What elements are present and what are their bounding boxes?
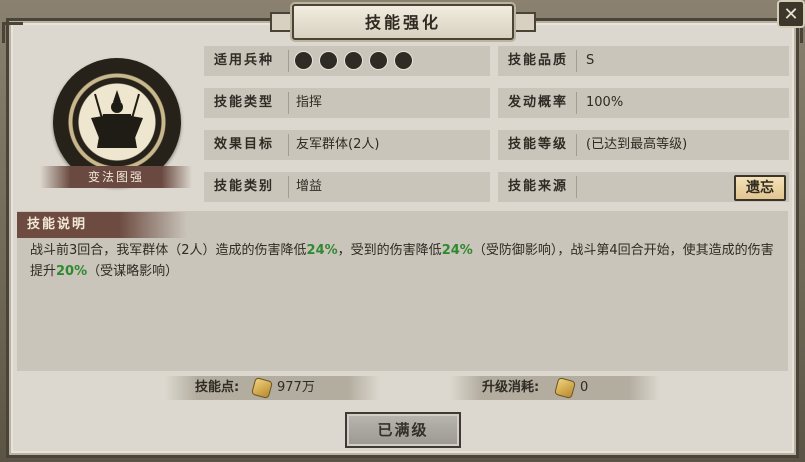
warrior-silhouette-icon <box>91 90 143 148</box>
trigger-rate-value: 100% <box>586 95 624 110</box>
skill-type-value: 指挥 <box>296 95 323 110</box>
field-divider <box>288 92 289 114</box>
skill-points-value: 977万 <box>277 380 315 395</box>
upgrade-cost-label: 升级消耗: <box>482 380 540 395</box>
field-skill-type: 技能类型 指挥 <box>204 88 490 118</box>
skill-description-header: 技能说明 <box>17 212 187 238</box>
field-category: 技能类别 增益 <box>204 172 490 202</box>
close-button[interactable]: ✕ <box>777 0 805 28</box>
shield-icon[interactable] <box>319 51 338 70</box>
field-target: 效果目标 友军群体(2人) <box>204 130 490 160</box>
upgrade-cost-bar: 升级消耗: 0 <box>450 376 660 400</box>
troop-icons <box>294 51 413 70</box>
field-troop-type: 适用兵种 <box>204 46 490 76</box>
troop-type-label: 适用兵种 <box>214 53 275 68</box>
field-level: 技能等级 (已达到最高等级) <box>498 130 789 160</box>
category-value: 增益 <box>296 179 323 194</box>
quality-label: 技能品质 <box>508 53 569 68</box>
desc-value-highlight: 24% <box>306 243 338 258</box>
trigger-rate-label: 发动概率 <box>508 95 569 110</box>
source-label: 技能来源 <box>508 179 569 194</box>
desc-segment: ，受到的伤害降低 <box>337 243 442 258</box>
forget-skill-button[interactable]: 遗忘 <box>734 175 786 201</box>
target-label: 效果目标 <box>214 137 275 152</box>
coin-icon <box>553 376 577 400</box>
field-divider <box>576 134 577 156</box>
level-value: (已达到最高等级) <box>586 137 688 152</box>
desc-segment: （受谋略影响） <box>87 264 179 279</box>
window-title: 技能强化 <box>292 4 514 40</box>
target-value: 友军群体(2人) <box>296 137 380 152</box>
field-quality: 技能品质 S <box>498 46 789 76</box>
desc-value-highlight: 20% <box>56 264 88 279</box>
skill-type-label: 技能类型 <box>214 95 275 110</box>
level-label: 技能等级 <box>508 137 569 152</box>
skill-description-text: 战斗前3回合，我军群体（2人）造成的伤害降低24%，受到的伤害降低24%（受防御… <box>30 240 778 282</box>
bow-icon[interactable] <box>344 51 363 70</box>
upgrade-cost-value: 0 <box>580 380 589 395</box>
siege-icon[interactable] <box>394 51 413 70</box>
category-label: 技能类别 <box>214 179 275 194</box>
field-divider <box>288 176 289 198</box>
coin-icon <box>250 376 274 400</box>
field-divider <box>288 134 289 156</box>
max-level-button[interactable]: 已满级 <box>345 412 461 448</box>
cavalry-icon[interactable] <box>294 51 313 70</box>
panel-corner-ornament <box>2 22 23 43</box>
desc-value-highlight: 24% <box>441 243 473 258</box>
quality-value: S <box>586 53 595 68</box>
field-divider <box>576 50 577 72</box>
skill-points-label: 技能点: <box>195 380 240 395</box>
skill-points-bar: 技能点: 977万 <box>165 376 380 400</box>
field-divider <box>288 50 289 72</box>
field-divider <box>576 176 577 198</box>
field-trigger-rate: 发动概率 100% <box>498 88 789 118</box>
spear-icon[interactable] <box>369 51 388 70</box>
field-divider <box>576 92 577 114</box>
desc-segment: 战斗前3回合，我军群体（2人）造成的伤害降低 <box>30 243 307 258</box>
skill-name-label: 变法图强 <box>40 166 192 188</box>
